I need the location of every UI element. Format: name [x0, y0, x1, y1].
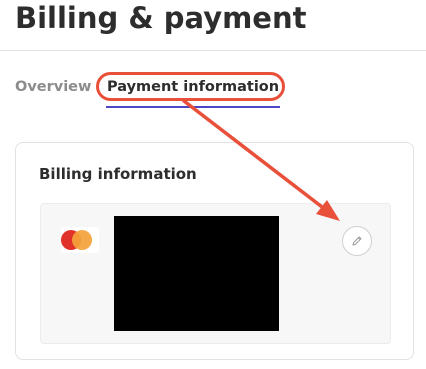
- tab-overview[interactable]: Overview: [15, 76, 91, 98]
- annotation-highlight-oval: [96, 72, 285, 101]
- billing-information-title: Billing information: [39, 165, 197, 183]
- header-divider: [0, 50, 426, 51]
- billing-page: Billing & payment Overview Payment infor…: [0, 0, 426, 369]
- edit-payment-button[interactable]: [342, 226, 372, 256]
- pencil-icon: [352, 236, 362, 246]
- page-title: Billing & payment: [15, 1, 307, 35]
- payment-method-panel: [40, 203, 391, 344]
- billing-information-card: Billing information: [15, 142, 414, 360]
- mastercard-icon: [61, 227, 99, 253]
- active-tab-indicator: [106, 106, 280, 108]
- redacted-card-details: [114, 216, 279, 331]
